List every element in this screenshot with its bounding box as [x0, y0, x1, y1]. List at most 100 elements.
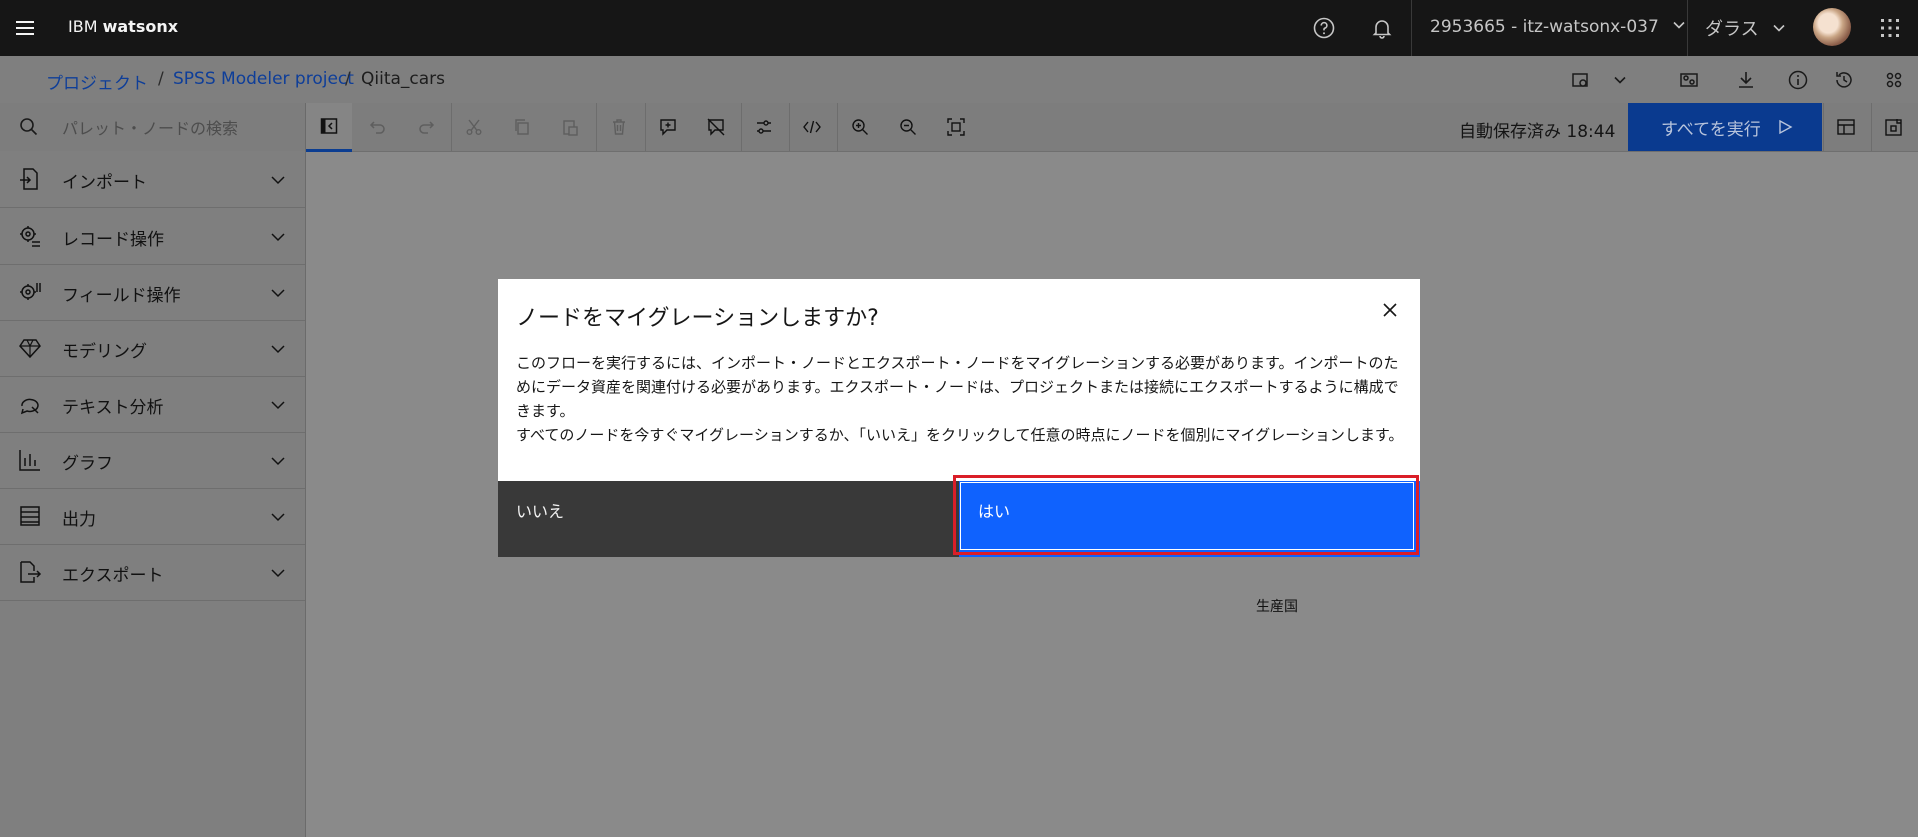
palette-category-export[interactable]: エクスポート [0, 544, 305, 601]
palette-category-label: グラフ [62, 454, 113, 474]
text-analysis-icon [20, 398, 39, 415]
download-icon[interactable] [1734, 68, 1758, 92]
top-navigation-bar: IBM watsonx 2953665 - itz-watsonx-037 ダラ… [0, 0, 1918, 56]
breadcrumb-project-link[interactable]: SPSS Modeler project [173, 69, 354, 89]
palette-category-label: 出力 [62, 510, 96, 530]
record-ops-icon [20, 226, 40, 247]
search-icon [20, 118, 38, 136]
chevron-down-icon [271, 289, 285, 298]
toolbar-divider [596, 103, 597, 151]
palette-category-import[interactable]: インポート [0, 151, 305, 208]
output-icon [20, 506, 40, 526]
yes-button[interactable]: はい [959, 481, 1420, 557]
palette-category-record-ops[interactable]: レコード操作 [0, 208, 305, 265]
palette-category-text-analysis[interactable]: テキスト分析 [0, 376, 305, 433]
field-ops-icon [20, 283, 41, 300]
chevron-down-icon [1773, 24, 1785, 32]
chevron-down-icon [271, 569, 285, 578]
history-icon[interactable] [1832, 68, 1856, 92]
chevron-down-icon [271, 457, 285, 466]
chevron-down-icon[interactable] [1608, 68, 1632, 92]
toolbar-divider [837, 103, 838, 151]
node-palette: インポート レコード操作 フィールド操作 モデリング テキスト分析 グラフ 出力… [0, 151, 306, 837]
toggle-palette-button[interactable] [306, 103, 352, 152]
dialog-title: ノードをマイグレーションしますか? [516, 306, 879, 331]
palette-category-graph[interactable]: グラフ [0, 432, 305, 489]
palette-category-modeling[interactable]: モデリング [0, 320, 305, 377]
code-icon[interactable] [796, 111, 828, 143]
palette-category-field-ops[interactable]: フィールド操作 [0, 264, 305, 321]
notification-bell-icon[interactable] [1368, 14, 1396, 42]
hamburger-menu-icon[interactable] [14, 17, 36, 39]
run-all-button[interactable]: すべてを実行 [1628, 103, 1822, 151]
flow-version-icon[interactable] [1568, 68, 1592, 92]
cut-icon[interactable] [458, 111, 490, 143]
chevron-down-icon [271, 176, 285, 185]
diamond-icon [19, 339, 41, 359]
no-button[interactable]: いいえ [498, 481, 959, 557]
account-name: 2953665 - itz-watsonx-037 [1430, 17, 1659, 37]
zoom-out-icon[interactable] [892, 111, 924, 143]
dialog-body: このフローを実行するには、インポート・ノードとエクスポート・ノードをマイグレーシ… [516, 351, 1406, 447]
import-icon [20, 168, 38, 190]
settings-adjust-icon[interactable] [1677, 68, 1701, 92]
header-divider [1411, 0, 1412, 56]
close-icon[interactable] [1376, 296, 1404, 324]
toolbar-divider [789, 103, 790, 151]
breadcrumb: プロジェクト / SPSS Modeler project / Qiita_ca… [0, 56, 1918, 103]
user-avatar[interactable] [1813, 8, 1851, 46]
fit-to-screen-icon[interactable] [940, 111, 972, 143]
app-switcher-icon[interactable] [1876, 14, 1904, 42]
palette-search-input[interactable] [60, 115, 294, 141]
information-icon[interactable] [1786, 68, 1810, 92]
flow-properties-icon[interactable] [1830, 111, 1862, 143]
chevron-down-icon [271, 513, 285, 522]
header-divider [1687, 0, 1688, 56]
palette-category-label: エクスポート [62, 566, 164, 586]
add-comment-icon[interactable] [652, 111, 684, 143]
autosave-status: 自動保存済み 18:44 [1459, 122, 1616, 142]
region-switcher[interactable]: ダラス [1705, 15, 1786, 41]
brand-name: watsonx [102, 17, 179, 36]
breadcrumb-separator: / [158, 69, 164, 89]
delete-icon[interactable] [603, 111, 635, 143]
zoom-in-icon[interactable] [844, 111, 876, 143]
dialog-body-paragraph: すべてのノードを今すぐマイグレーションするか、「いいえ」をクリックして任意の時点… [516, 426, 1404, 444]
redo-icon[interactable] [410, 111, 442, 143]
dialog-body-paragraph: このフローを実行するには、インポート・ノードとエクスポート・ノードをマイグレーシ… [516, 354, 1399, 420]
hide-comments-icon[interactable] [700, 111, 732, 143]
brand-prefix: IBM [68, 17, 98, 36]
chevron-down-icon [271, 345, 285, 354]
outputs-panel-icon[interactable] [1878, 111, 1910, 143]
breadcrumb-projects-link[interactable]: プロジェクト [46, 69, 148, 94]
account-switcher[interactable]: 2953665 - itz-watsonx-037 [1430, 17, 1686, 37]
breadcrumb-current: Qiita_cars [361, 69, 446, 89]
palette-category-output[interactable]: 出力 [0, 488, 305, 545]
brand-logo[interactable]: IBM watsonx [68, 17, 178, 36]
run-all-label: すべてを実行 [1661, 119, 1761, 140]
palette-category-label: テキスト分析 [62, 398, 164, 418]
paste-icon[interactable] [554, 111, 586, 143]
palette-category-label: モデリング [62, 342, 147, 362]
export-icon [20, 561, 42, 583]
canvas-node-label: 生産国 [1256, 599, 1298, 615]
toolbar-divider [1823, 103, 1824, 151]
chart-icon [19, 450, 40, 471]
breadcrumb-separator: / [345, 69, 351, 89]
copy-icon[interactable] [506, 111, 538, 143]
collaborators-icon[interactable] [1882, 68, 1906, 92]
toolbar-divider [1871, 103, 1872, 151]
migrate-nodes-dialog: ノードをマイグレーションしますか? このフローを実行するには、インポート・ノード… [498, 279, 1420, 557]
palette-category-label: レコード操作 [62, 230, 164, 250]
undo-icon[interactable] [362, 111, 394, 143]
toolbar-divider [645, 103, 646, 151]
play-icon [1779, 119, 1793, 135]
toolbar-divider [741, 103, 742, 151]
palette-category-label: インポート [62, 173, 147, 193]
region-name: ダラス [1705, 19, 1759, 40]
chevron-down-icon [1673, 21, 1685, 29]
settings-sliders-icon[interactable] [748, 111, 780, 143]
palette-category-label: フィールド操作 [62, 286, 181, 306]
toolbar-divider [451, 103, 452, 151]
help-icon[interactable] [1310, 14, 1338, 42]
